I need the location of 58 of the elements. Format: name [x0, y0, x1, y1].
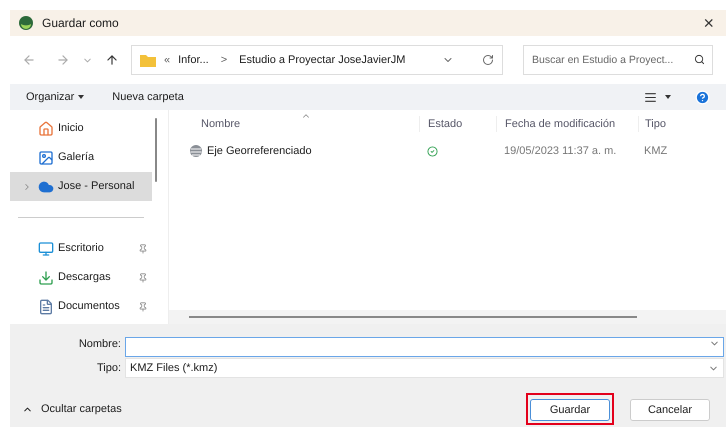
breadcrumb[interactable]: Estudio a Proyectar JoseJavierJM — [239, 52, 406, 68]
name-label: Nombre: — [78, 336, 122, 352]
help-icon[interactable] — [695, 90, 710, 104]
caret-icon[interactable] — [665, 95, 671, 99]
gallery-icon — [38, 150, 54, 166]
column-header[interactable]: Nombre — [169, 116, 419, 132]
close-button[interactable]: × — [703, 14, 714, 32]
cancel-button[interactable]: Cancelar — [630, 399, 710, 422]
save-button[interactable]: Guardar — [530, 399, 610, 422]
name-field[interactable] — [125, 337, 724, 357]
pin-icon[interactable] — [138, 302, 148, 312]
view-menu-icon[interactable] — [644, 90, 657, 104]
horizontal-scrollbar-thumb[interactable] — [189, 316, 637, 318]
home-icon — [38, 120, 54, 136]
sidebar-label: Jose - Personal — [58, 179, 134, 194]
table-cell-text: 19/05/2023 11:37 a. m. — [503, 144, 618, 159]
file-name[interactable]: Eje Georreferenciado — [207, 142, 312, 160]
breadcrumb-separator: > — [220, 52, 228, 68]
table-cell-text: KMZ — [643, 144, 668, 159]
sidebar-item[interactable]: Jose - Personal — [10, 172, 152, 201]
hide-folders-button[interactable]: Ocultar carpetas — [22, 400, 122, 418]
sidebar-item[interactable]: Documentos — [10, 292, 152, 321]
type-dropdown[interactable]: KMZ Files (*.kmz) — [125, 358, 724, 378]
sidebar-label: Inicio — [58, 121, 84, 136]
sidebar-label: Escritorio — [58, 241, 104, 256]
sidebar-item[interactable]: Escritorio — [10, 234, 152, 263]
forward-icon[interactable] — [56, 53, 70, 67]
sidebar-label: Documentos — [58, 299, 120, 314]
globe-icon — [189, 144, 203, 158]
search-field[interactable]: Buscar en Estudio a Proyect... — [523, 45, 713, 75]
search-icon — [694, 54, 705, 65]
folder-icon — [140, 54, 156, 66]
window-title: Guardar como — [42, 15, 119, 32]
monitor-icon — [38, 240, 54, 256]
scrollbar-thumb[interactable] — [155, 118, 157, 182]
organize-button[interactable]: Organizar — [26, 88, 84, 106]
sidebar-item[interactable]: Galería — [10, 143, 152, 172]
sidebar-item[interactable]: Descargas — [10, 263, 152, 292]
back-icon[interactable] — [22, 53, 36, 67]
address-bar[interactable]: « Infor... > Estudio a Proyectar JoseJavierJM — [131, 45, 503, 75]
sidebar-label: Descargas — [58, 270, 111, 286]
pin-icon[interactable] — [138, 244, 148, 254]
up-icon[interactable] — [105, 53, 119, 67]
column-header[interactable]: Estado — [419, 116, 496, 132]
type-label: Tipo: — [96, 360, 122, 376]
column-header[interactable]: Fecha de modificación — [496, 116, 638, 132]
new-folder-button[interactable]: Nueva carpeta — [112, 88, 184, 106]
cloud-icon — [38, 178, 54, 194]
download-icon — [38, 270, 54, 286]
breadcrumb[interactable]: Infor... — [178, 52, 209, 68]
refresh-icon[interactable] — [482, 54, 494, 66]
sidebar-item[interactable]: Inicio — [10, 114, 152, 143]
document-icon — [38, 298, 54, 314]
app-logo-icon — [18, 15, 34, 31]
sidebar-label: Galería — [58, 150, 94, 166]
pin-icon[interactable] — [138, 272, 148, 282]
breadcrumb-overflow[interactable]: « — [164, 52, 170, 68]
column-header[interactable]: Tipo — [638, 116, 666, 132]
